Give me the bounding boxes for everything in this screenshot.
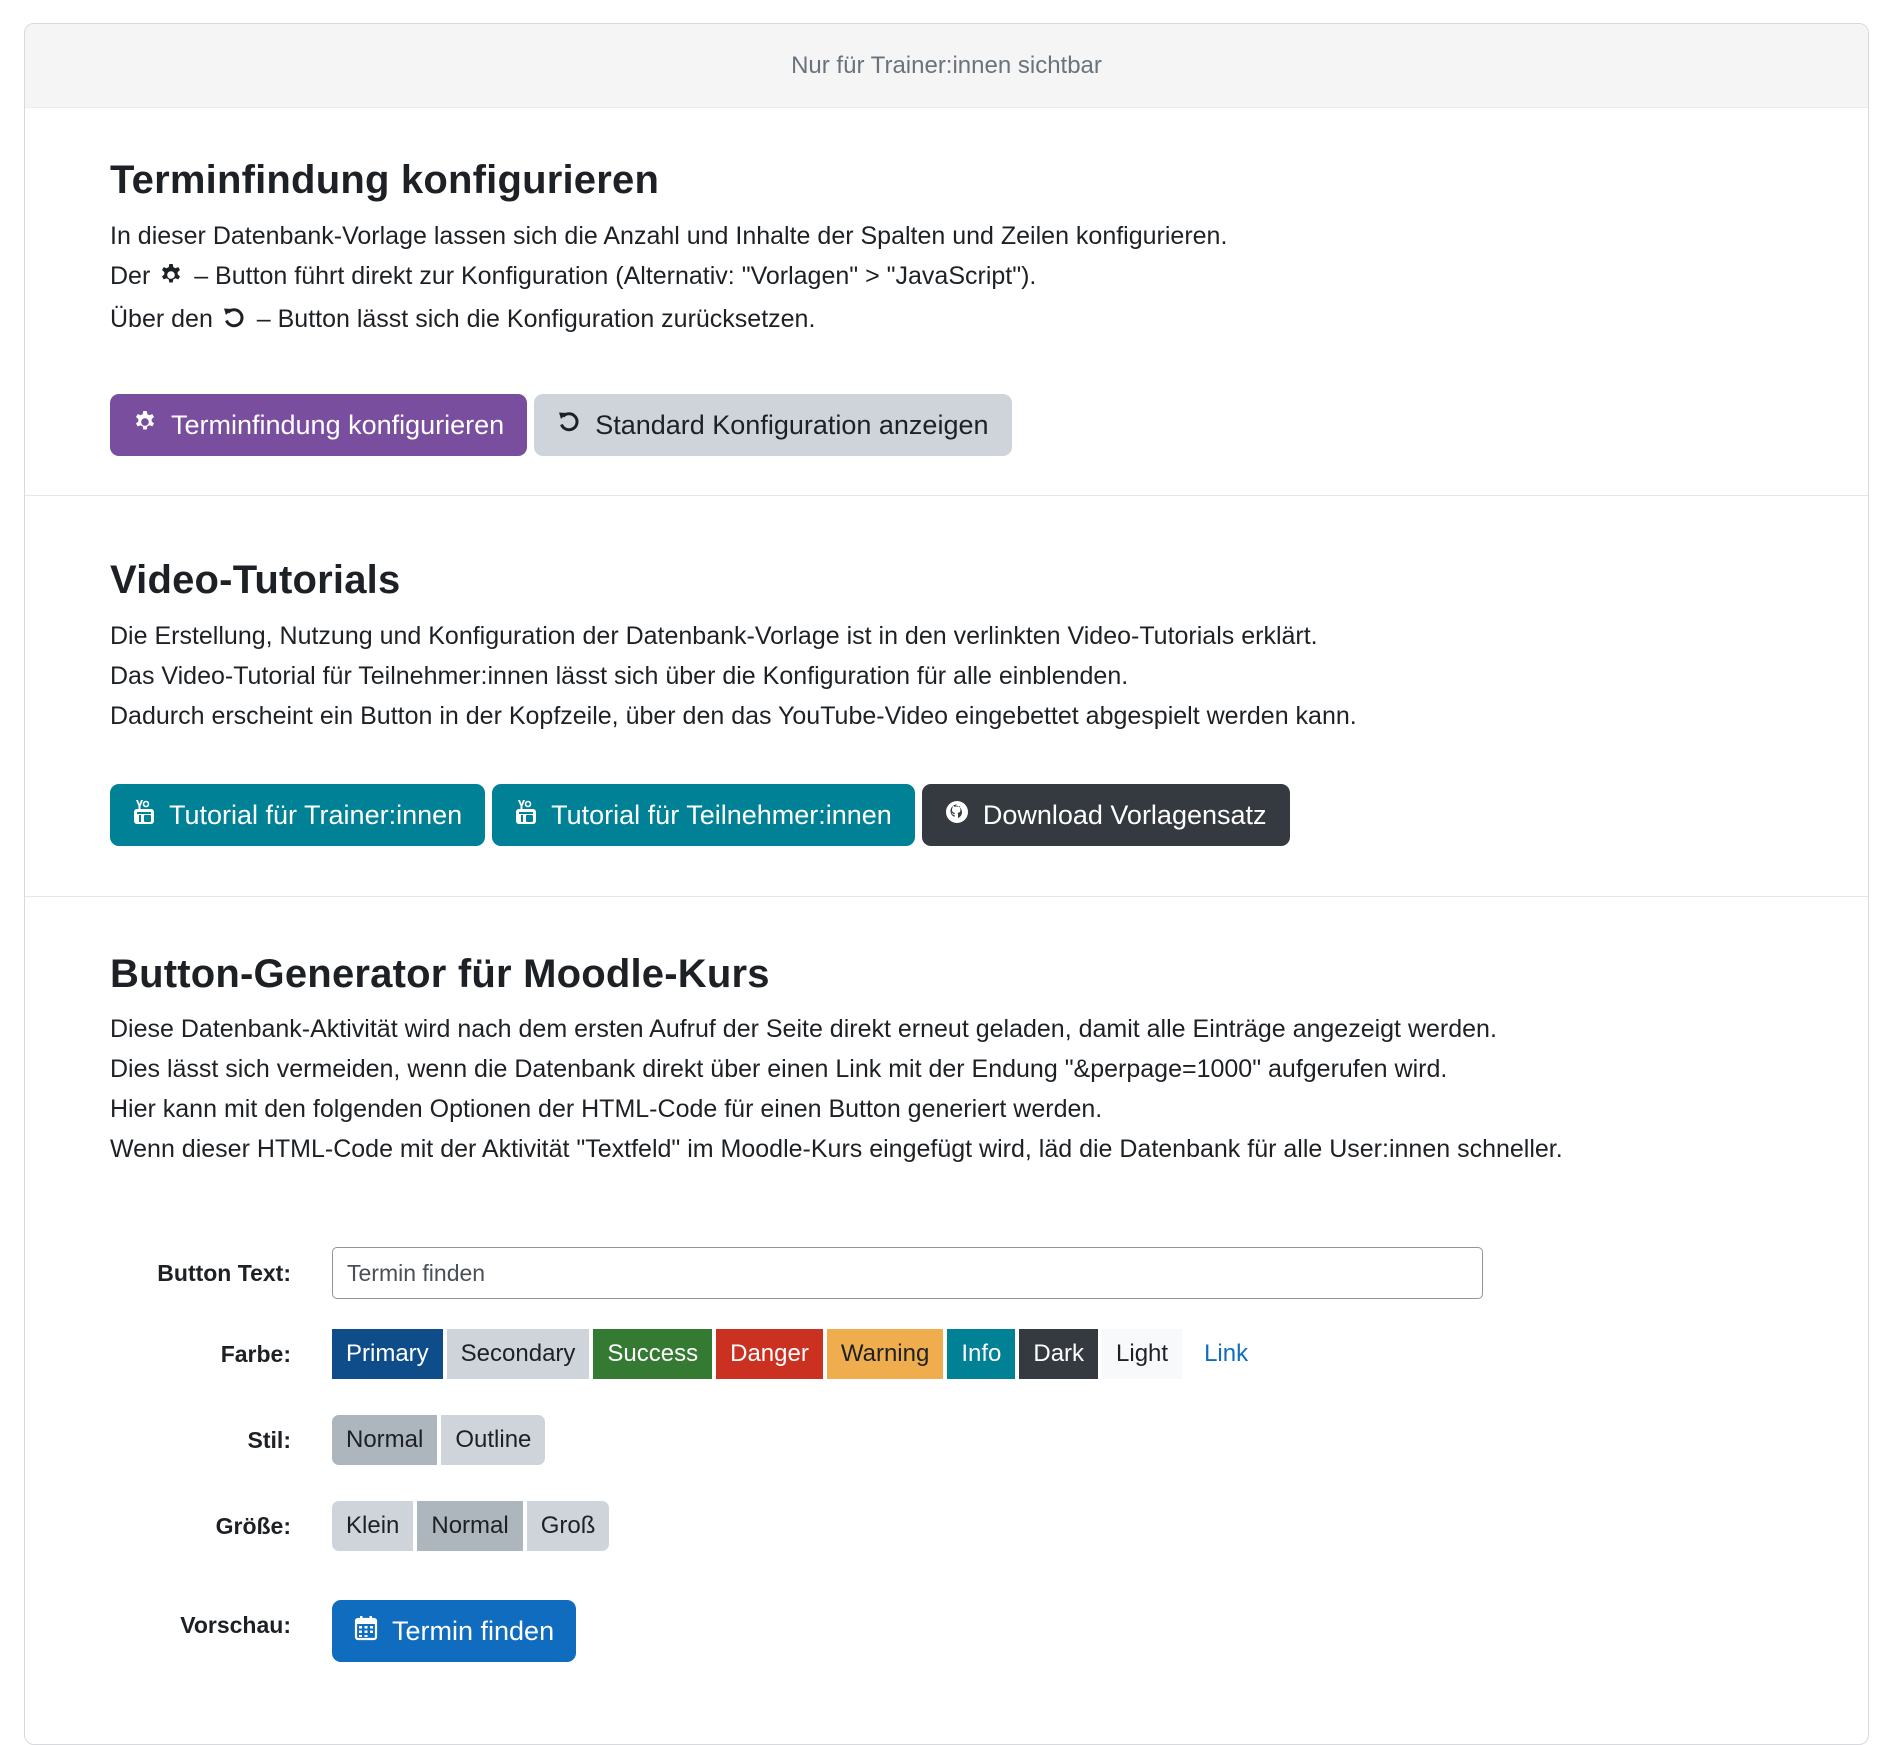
size-options: Klein Normal Groß: [332, 1501, 610, 1551]
tutorials-title: Video-Tutorials: [110, 558, 401, 602]
generator-line-3: Hier kann mit den folgenden Optionen der…: [110, 1095, 1103, 1123]
color-label: Farbe:: [220, 1340, 291, 1367]
color-option-secondary[interactable]: Secondary: [446, 1329, 590, 1379]
participant-tutorial-button[interactable]: Tutorial für Teilnehmer:innen: [492, 784, 915, 846]
style-label: Stil:: [247, 1426, 291, 1453]
reset-config-button[interactable]: Standard Konfiguration anzeigen: [534, 394, 1012, 456]
card-header: Nur für Trainer:innen sichtbar: [25, 24, 1868, 108]
color-option-link[interactable]: Link: [1186, 1329, 1266, 1379]
generator-section: Button-Generator für Moodle-Kurs Diese D…: [25, 897, 1868, 1744]
undo-icon: [222, 302, 246, 342]
config-buttons: Terminfindung konfigurieren Standard Kon…: [110, 394, 1012, 456]
size-label: Größe:: [215, 1512, 291, 1539]
gear-icon: [133, 410, 157, 441]
style-option-outline[interactable]: Outline: [441, 1415, 546, 1465]
download-template-button[interactable]: Download Vorlagensatz: [921, 784, 1290, 846]
generator-line-4: Wenn dieser HTML-Code mit der Aktivität …: [110, 1135, 1563, 1163]
style-options: Normal Outline: [332, 1415, 546, 1465]
configure-button[interactable]: Terminfindung konfigurieren: [110, 394, 528, 456]
preview-button[interactable]: Termin finden: [332, 1600, 577, 1662]
calendar-icon: [354, 1615, 378, 1648]
style-option-normal[interactable]: Normal: [332, 1415, 438, 1465]
preview-row: Vorschau: Termin finden: [25, 1600, 577, 1662]
generator-line-1: Diese Datenbank-Aktivität wird nach dem …: [110, 1015, 1497, 1043]
config-line-2: Der – Button führt direkt zur Konfigurat…: [110, 256, 1227, 299]
color-option-info[interactable]: Info: [947, 1329, 1016, 1379]
config-section: Terminfindung konfigurieren In dieser Da…: [25, 108, 1868, 496]
tutorial-buttons: Tutorial für Trainer:innen Tutorial für …: [110, 784, 1290, 846]
config-line-3: Über den – Button lässt sich die Konfigu…: [110, 299, 1227, 342]
size-option-normal[interactable]: Normal: [417, 1501, 523, 1551]
gear-icon: [159, 259, 183, 299]
color-options: Primary Secondary Success Danger Warning Info…: [332, 1329, 1266, 1379]
button-text-input[interactable]: [332, 1247, 1483, 1299]
configure-button-label: Terminfindung konfigurieren: [171, 409, 505, 440]
style-row: Stil: Normal Outline: [25, 1415, 546, 1465]
reset-config-button-label: Standard Konfiguration anzeigen: [595, 409, 989, 440]
github-icon: [945, 800, 969, 831]
tutorials-line-1: Die Erstellung, Nutzung und Konfiguratio…: [110, 622, 1318, 650]
youtube-icon: [515, 799, 537, 832]
tutorials-section: Video-Tutorials Die Erstellung, Nutzung …: [25, 496, 1868, 897]
preview-label: Vorschau:: [180, 1612, 291, 1638]
color-option-dark[interactable]: Dark: [1019, 1329, 1099, 1379]
color-option-success[interactable]: Success: [593, 1329, 713, 1379]
config-title: Terminfindung konfigurieren: [110, 158, 660, 202]
trainer-tutorial-label: Tutorial für Trainer:innen: [169, 799, 463, 830]
trainer-tutorial-button[interactable]: Tutorial für Trainer:innen: [110, 784, 486, 846]
participant-tutorial-label: Tutorial für Teilnehmer:innen: [551, 799, 892, 830]
config-description: In dieser Datenbank-Vorlage lassen sich …: [110, 216, 1227, 342]
generator-title: Button-Generator für Moodle-Kurs: [110, 952, 770, 996]
trainer-only-card: Nur für Trainer:innen sichtbar Terminfin…: [24, 23, 1869, 1745]
youtube-icon: [133, 799, 155, 832]
preview-button-label: Termin finden: [392, 1615, 555, 1646]
color-option-danger[interactable]: Danger: [716, 1329, 823, 1379]
size-option-gross[interactable]: Groß: [526, 1501, 610, 1551]
color-option-warning[interactable]: Warning: [826, 1329, 944, 1379]
tutorials-description: Die Erstellung, Nutzung und Konfiguratio…: [110, 616, 1357, 736]
config-line-1: In dieser Datenbank-Vorlage lassen sich …: [110, 222, 1228, 250]
button-text-row: Button Text:: [25, 1247, 1483, 1299]
size-row: Größe: Klein Normal Groß: [25, 1501, 610, 1551]
download-template-label: Download Vorlagensatz: [982, 799, 1267, 830]
size-option-klein[interactable]: Klein: [332, 1501, 414, 1551]
tutorials-line-2: Das Video-Tutorial für Teilnehmer:innen …: [110, 662, 1129, 690]
undo-icon: [557, 410, 581, 441]
color-option-light[interactable]: Light: [1102, 1329, 1183, 1379]
generator-description: Diese Datenbank-Aktivität wird nach dem …: [110, 1009, 1563, 1169]
generator-line-2: Dies lässt sich vermeiden, wenn die Date…: [110, 1055, 1448, 1083]
tutorials-line-3: Dadurch erscheint ein Button in der Kopf…: [110, 702, 1357, 730]
button-text-label: Button Text:: [157, 1259, 291, 1286]
color-row: Farbe: Primary Secondary Success Danger Warn…: [25, 1329, 1266, 1379]
visibility-note: Nur für Trainer:innen sichtbar: [791, 51, 1102, 79]
color-option-primary[interactable]: Primary: [332, 1329, 443, 1379]
